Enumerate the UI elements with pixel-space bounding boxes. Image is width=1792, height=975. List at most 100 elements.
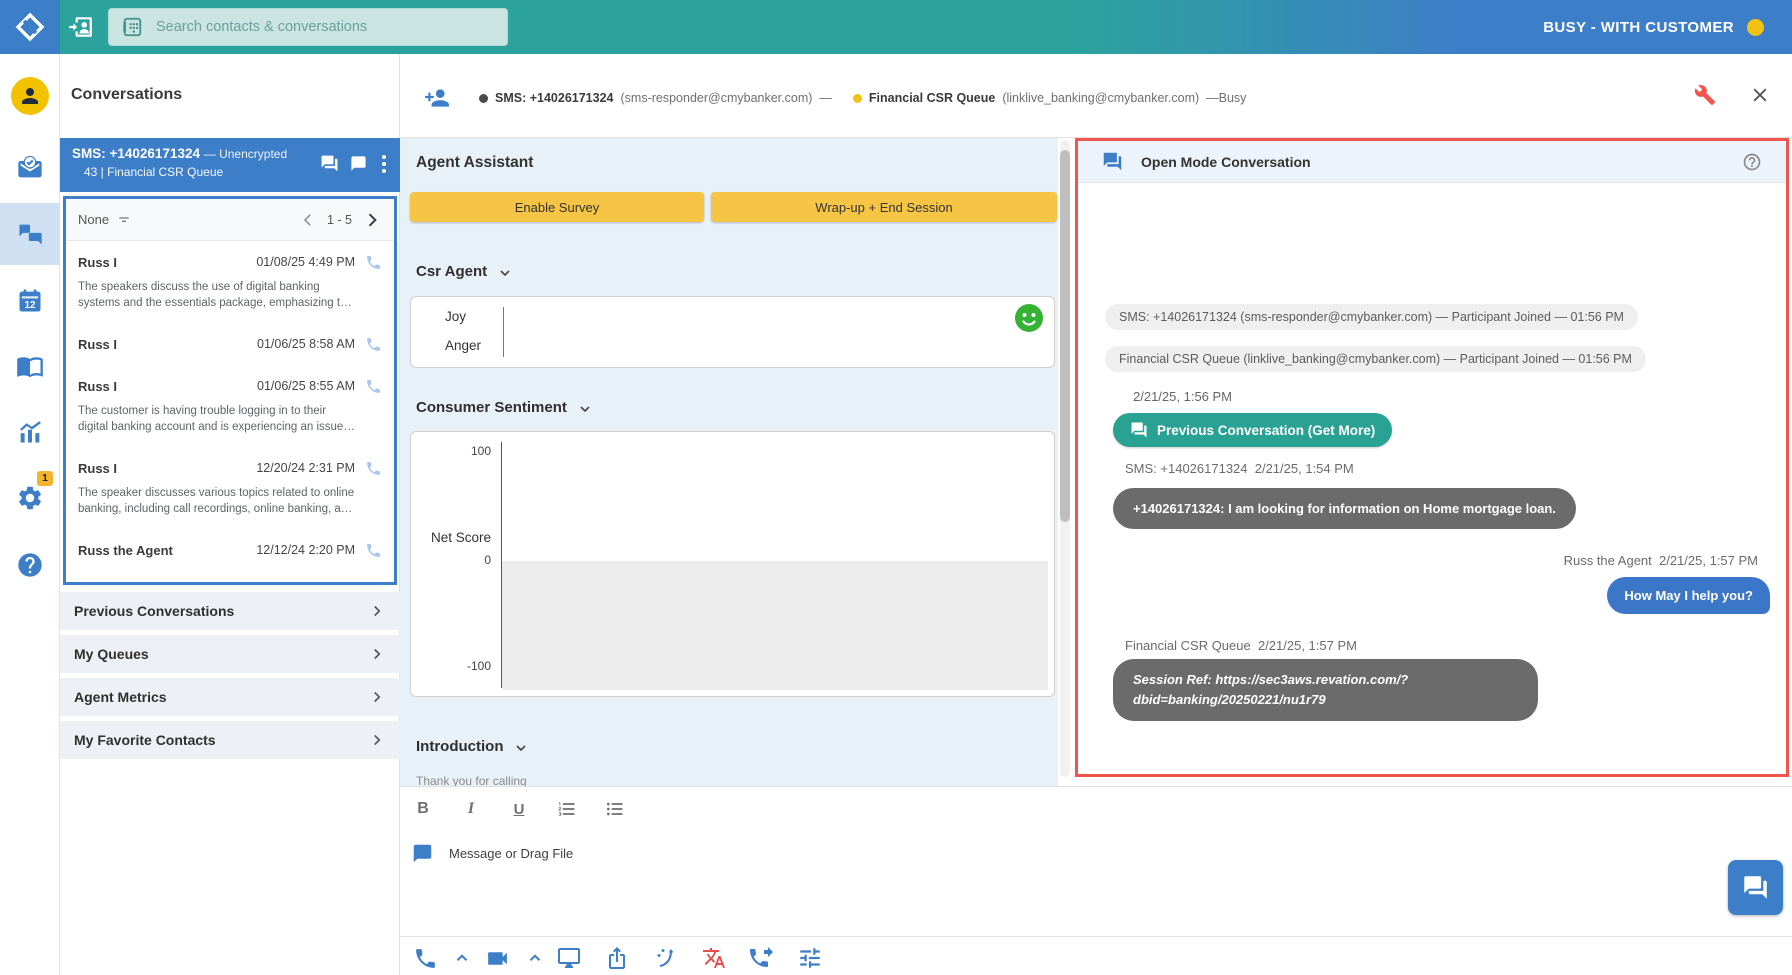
call-options-button[interactable] bbox=[448, 944, 476, 972]
send-chat-icon bbox=[1742, 874, 1769, 901]
sidebar-item-conversations[interactable] bbox=[0, 203, 60, 265]
more-options-icon[interactable] bbox=[378, 155, 390, 173]
conversation-list-item[interactable]: Russ I 12/20/24 2:31 PM The speaker disc… bbox=[66, 447, 394, 529]
conversation-date: 12/20/24 2:31 PM bbox=[256, 461, 355, 475]
message-composer: B I U Message or Drag File bbox=[400, 786, 1792, 975]
forum-icon bbox=[1102, 151, 1123, 172]
conversation-list-item[interactable]: Russ I 01/06/25 8:55 AM The customer is … bbox=[66, 365, 394, 447]
message-sender-label: Financial CSR Queue 2/21/25, 1:57 PM bbox=[1125, 638, 1357, 653]
message-input[interactable]: Message or Drag File bbox=[412, 843, 573, 864]
nav-my-favorite-contacts[interactable]: My Favorite Contacts bbox=[60, 721, 400, 759]
scrollbar-track[interactable] bbox=[1060, 140, 1070, 777]
phone-call-icon[interactable] bbox=[365, 542, 382, 559]
search-bar[interactable] bbox=[108, 8, 508, 46]
settings-sliders-button[interactable] bbox=[796, 944, 824, 972]
sparkle-arrow-icon bbox=[654, 946, 678, 970]
sidebar-item-settings[interactable]: 1 bbox=[0, 470, 60, 526]
contact-name: Russ I bbox=[78, 461, 117, 476]
introduction-section-header[interactable]: Introduction bbox=[416, 737, 529, 756]
video-call-button[interactable] bbox=[483, 944, 511, 972]
video-options-button[interactable] bbox=[521, 944, 549, 972]
nav-agent-metrics[interactable]: Agent Metrics bbox=[60, 678, 400, 716]
italic-button[interactable]: I bbox=[456, 794, 486, 824]
close-icon[interactable] bbox=[1750, 85, 1770, 105]
phone-call-icon[interactable] bbox=[365, 254, 382, 271]
share-file-button[interactable] bbox=[603, 944, 631, 972]
forum-icon[interactable] bbox=[320, 154, 339, 173]
help-outline-icon[interactable] bbox=[1742, 152, 1762, 172]
transfer-call-button[interactable] bbox=[748, 944, 776, 972]
agent-assistant-title: Agent Assistant bbox=[416, 154, 533, 172]
conversation-date: 12/12/24 2:20 PM bbox=[256, 543, 355, 557]
top-bar: BUSY - WITH CUSTOMER bbox=[0, 0, 1792, 54]
calendar-icon: 12 bbox=[16, 287, 44, 315]
numbered-list-button[interactable] bbox=[552, 794, 582, 824]
active-conversation-number: SMS: +14026171324 bbox=[72, 146, 200, 161]
voice-call-button[interactable] bbox=[411, 944, 439, 972]
person-add-icon[interactable] bbox=[424, 85, 450, 111]
search-contacts-icon bbox=[121, 16, 143, 38]
conversation-list-item[interactable]: Russ I 01/06/25 8:58 AM bbox=[66, 323, 394, 365]
search-input[interactable] bbox=[154, 18, 495, 36]
gear-icon bbox=[16, 484, 44, 512]
sidebar-item-calendar[interactable]: 12 bbox=[0, 273, 60, 329]
message-sender-label: Russ the Agent 2/21/25, 1:57 PM bbox=[1564, 553, 1758, 568]
phone-icon bbox=[413, 946, 438, 971]
agent-status[interactable]: BUSY - WITH CUSTOMER bbox=[1543, 0, 1764, 54]
phone-call-icon[interactable] bbox=[365, 378, 382, 395]
y-axis-label: Net Score bbox=[411, 530, 491, 545]
active-conversation-queue: 43 | Financial CSR Queue bbox=[84, 165, 223, 179]
session-queue-detail: (linklive_banking@cmybanker.com) bbox=[1002, 91, 1199, 105]
filter-icon[interactable] bbox=[116, 212, 132, 228]
scrollbar-thumb[interactable] bbox=[1060, 150, 1070, 522]
ai-assist-button[interactable] bbox=[652, 944, 680, 972]
emotion-joy-label: Joy bbox=[445, 309, 466, 324]
sidebar-item-analytics[interactable] bbox=[0, 404, 60, 460]
conversation-list-item[interactable]: Russ the Agent 12/12/24 2:20 PM bbox=[66, 529, 394, 571]
participant-status-dot-icon bbox=[479, 94, 488, 103]
underline-button[interactable]: U bbox=[504, 794, 534, 824]
wrench-icon[interactable] bbox=[1694, 84, 1716, 106]
wrapup-end-session-button[interactable]: Wrap-up + End Session bbox=[711, 192, 1057, 222]
chat-bubble-icon[interactable] bbox=[350, 155, 367, 172]
nav-label: Previous Conversations bbox=[74, 603, 234, 619]
consumer-sentiment-section-header[interactable]: Consumer Sentiment bbox=[416, 398, 593, 417]
send-button[interactable] bbox=[1728, 860, 1783, 915]
bold-button[interactable]: B bbox=[408, 794, 438, 824]
page-previous-icon[interactable] bbox=[299, 211, 317, 229]
chevron-down-icon bbox=[497, 265, 513, 281]
app-logo[interactable] bbox=[0, 0, 60, 54]
phone-call-icon[interactable] bbox=[365, 336, 382, 353]
active-conversation-card[interactable]: SMS: +14026171324 — Unencrypted 43 | Fin… bbox=[60, 138, 400, 192]
sidebar-item-help[interactable] bbox=[0, 537, 60, 593]
session-sms-name: SMS: +14026171324 bbox=[495, 91, 614, 105]
book-icon bbox=[16, 352, 44, 380]
smiley-icon bbox=[1014, 303, 1044, 333]
csr-agent-section-header[interactable]: Csr Agent bbox=[416, 262, 513, 281]
contact-add-button[interactable] bbox=[66, 13, 96, 41]
previous-conversation-button[interactable]: Previous Conversation (Get More) bbox=[1113, 413, 1392, 447]
chevron-right-icon bbox=[368, 731, 386, 749]
page-next-icon[interactable] bbox=[362, 210, 382, 230]
active-conversation-line1: SMS: +14026171324 — Unencrypted bbox=[72, 146, 287, 161]
sidebar-item-directory[interactable] bbox=[0, 338, 60, 394]
bulleted-list-icon bbox=[605, 799, 625, 819]
enable-survey-button[interactable]: Enable Survey bbox=[410, 192, 704, 222]
conversation-summary: The customer is having trouble logging i… bbox=[78, 404, 382, 435]
filter-label[interactable]: None bbox=[78, 212, 109, 227]
nav-previous-conversations[interactable]: Previous Conversations bbox=[60, 592, 400, 630]
conversations-nav: Previous Conversations My Queues Agent M… bbox=[60, 592, 400, 764]
nav-label: Agent Metrics bbox=[74, 689, 167, 705]
avatar bbox=[11, 77, 49, 115]
phone-call-icon[interactable] bbox=[365, 460, 382, 477]
nav-my-queues[interactable]: My Queues bbox=[60, 635, 400, 673]
profile-avatar-button[interactable] bbox=[0, 68, 60, 124]
bulleted-list-button[interactable] bbox=[600, 794, 630, 824]
sidebar-item-inbox[interactable] bbox=[0, 140, 60, 196]
conversation-list-item[interactable]: Russ I 01/08/25 4:49 PM The speakers dis… bbox=[66, 241, 394, 323]
session-ref-message-bubble: Session Ref: https://sec3aws.revation.co… bbox=[1113, 659, 1538, 721]
screen-share-icon bbox=[557, 946, 581, 970]
screen-share-button[interactable] bbox=[555, 944, 583, 972]
conversation-list-box: None 1 - 5 Russ I 01/08/25 4:49 PM bbox=[63, 196, 397, 585]
translate-button[interactable] bbox=[700, 944, 728, 972]
